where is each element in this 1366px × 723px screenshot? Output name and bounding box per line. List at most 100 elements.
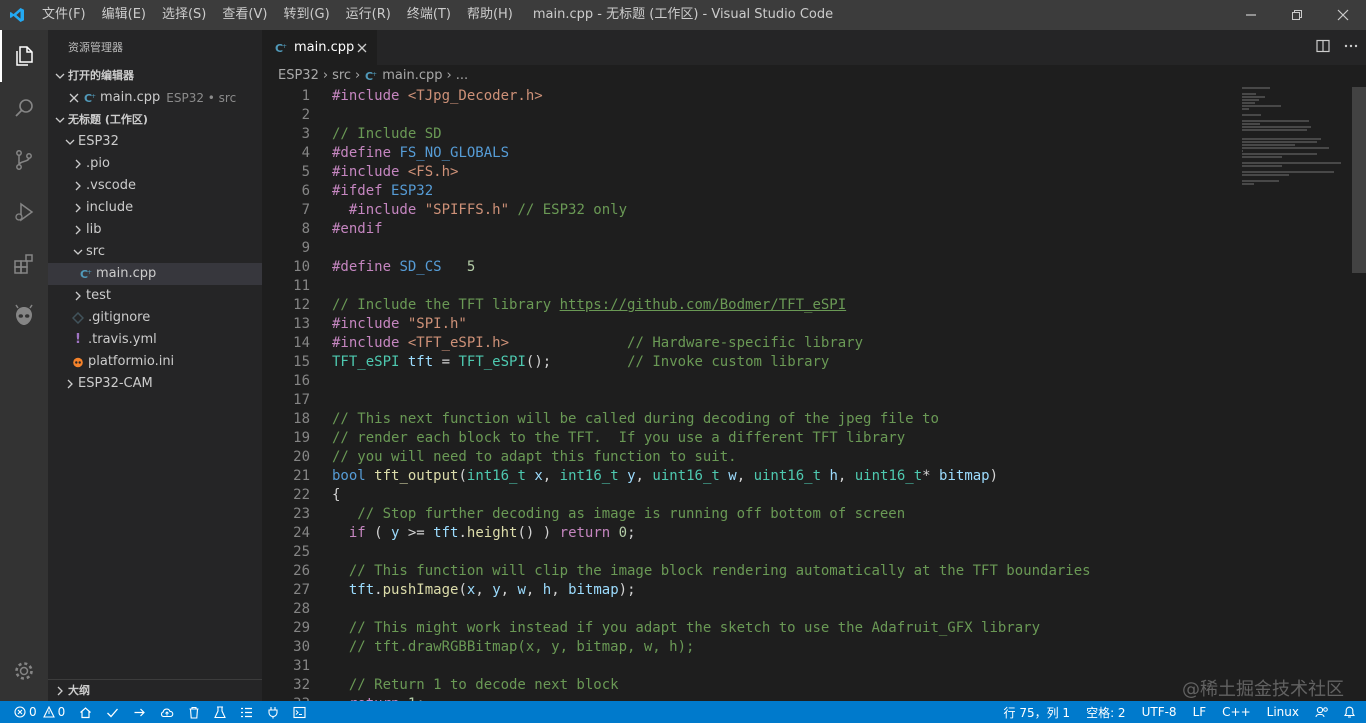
pio-build-button[interactable] [99,701,126,723]
end-of-line[interactable]: LF [1185,701,1215,723]
breadcrumb-item[interactable]: main.cpp [382,65,442,87]
pio-clean-button[interactable] [181,701,207,723]
activity-run-debug[interactable] [0,186,48,238]
tree-file-travis[interactable]: ! .travis.yml [48,329,262,351]
language-mode[interactable]: C++ [1214,701,1259,723]
menu-file[interactable]: 文件(F) [34,0,94,30]
outline-header[interactable]: 大纲 [48,679,262,701]
pio-remote-button[interactable] [153,701,181,723]
tree-folder-esp32-cam[interactable]: ESP32-CAM [48,373,262,395]
account-icon[interactable] [1307,701,1337,723]
tree-file-platformio[interactable]: platformio.ini [48,351,262,373]
code-line[interactable] [332,391,1091,410]
code-line[interactable] [332,600,1091,619]
menu-go[interactable]: 转到(G) [275,0,337,30]
minimap-line [1242,150,1244,152]
indentation[interactable]: 空格: 2 [1078,701,1134,723]
code-line[interactable]: // Include the TFT library https://githu… [332,296,1091,315]
code-line[interactable]: // render each block to the TFT. If you … [332,429,1091,448]
code-editor[interactable]: 1 2 3 4 5 6 7 8 9 10 11 12 13 14 15 16 17 18 19 20 21 22 23 24 2… [262,87,1366,701]
code-line[interactable]: tft.pushImage(x, y, w, h, bitmap); [332,581,1091,600]
menu-edit[interactable]: 编辑(E) [94,0,154,30]
open-editors-header[interactable]: 打开的编辑器 [48,65,262,87]
tree-folder-include[interactable]: include [48,197,262,219]
code-line[interactable]: // Stop further decoding as image is run… [332,505,1091,524]
activity-manage[interactable] [0,645,48,697]
code-line[interactable]: TFT_eSPI tft = TFT_eSPI(); // Invoke cus… [332,353,1091,372]
pio-tasks-button[interactable] [233,701,260,723]
activity-extensions[interactable] [0,238,48,290]
split-editor-icon[interactable] [1316,39,1330,57]
tab-close-icon[interactable] [357,43,367,53]
breadcrumb-item[interactable]: ESP32 [278,65,319,87]
code-line[interactable]: // This function will clip the image blo… [332,562,1091,581]
pio-terminal-button[interactable] [286,701,313,723]
close-editor-icon[interactable] [66,93,82,103]
line-number: 9 [301,240,310,256]
code-line[interactable] [332,657,1091,676]
tree-file-main-cpp[interactable]: C + main.cpp [48,263,262,285]
menu-view[interactable]: 查看(V) [214,0,275,30]
code-line[interactable]: #define FS_NO_GLOBALS [332,144,1091,163]
close-window-button[interactable] [1320,0,1366,30]
code-line[interactable] [332,239,1091,258]
code-line[interactable]: #ifdef ESP32 [332,182,1091,201]
encoding[interactable]: UTF-8 [1134,701,1185,723]
activity-source-control[interactable] [0,134,48,186]
tree-folder-esp32[interactable]: ESP32 [48,131,262,153]
code-line[interactable] [332,543,1091,562]
code-line[interactable]: #endif [332,220,1091,239]
code-line[interactable]: #include "SPI.h" [332,315,1091,334]
notifications-icon[interactable] [1337,701,1366,723]
code-line[interactable] [332,372,1091,391]
menu-terminal[interactable]: 终端(T) [399,0,459,30]
breadcrumb-item[interactable]: src [332,65,351,87]
code-line[interactable]: // you will need to adapt this function … [332,448,1091,467]
code-line[interactable]: #include <FS.h> [332,163,1091,182]
minimap[interactable] [1242,87,1352,267]
code-line[interactable]: // Include SD [332,125,1091,144]
workspace-header[interactable]: 无标题 (工作区) [48,109,262,131]
restore-button[interactable] [1274,0,1320,30]
menu-help[interactable]: 帮助(H) [459,0,521,30]
open-editor-item[interactable]: C + main.cpp ESP32 • src [48,87,262,109]
pio-upload-button[interactable] [126,701,153,723]
activity-explorer[interactable] [0,30,48,82]
code-line[interactable]: #include <TFT_eSPI.h> // Hardware-specif… [332,334,1091,353]
code-line[interactable]: #include "SPIFFS.h" // ESP32 only [332,201,1091,220]
breadcrumb-item[interactable]: ... [456,65,468,87]
tree-folder-lib[interactable]: lib [48,219,262,241]
pio-serial-monitor-button[interactable] [260,701,286,723]
menu-selection[interactable]: 选择(S) [154,0,214,30]
problems-indicator[interactable]: 0 0 [0,701,72,723]
tree-folder-test[interactable]: test [48,285,262,307]
more-actions-icon[interactable] [1344,39,1358,57]
tree-folder-vscode[interactable]: .vscode [48,175,262,197]
code-line[interactable]: #define SD_CS 5 [332,258,1091,277]
activity-platformio[interactable] [0,290,48,342]
tree-folder-pio[interactable]: .pio [48,153,262,175]
code-line[interactable]: // tft.drawRGBBitmap(x, y, bitmap, w, h)… [332,638,1091,657]
code-line[interactable]: // This next function will be called dur… [332,410,1091,429]
code-line[interactable]: { [332,486,1091,505]
tree-file-gitignore[interactable]: .gitignore [48,307,262,329]
activity-search[interactable] [0,82,48,134]
tree-folder-src[interactable]: src [48,241,262,263]
code-line[interactable]: if ( y >= tft.height() ) return 0; [332,524,1091,543]
code-line[interactable]: #include <TJpg_Decoder.h> [332,87,1091,106]
code-line[interactable]: // This might work instead if you adapt … [332,619,1091,638]
code-lines[interactable]: #include <TJpg_Decoder.h> // Include SD #d… [332,87,1091,701]
code-line[interactable] [332,106,1091,125]
tab-main-cpp[interactable]: C + main.cpp [262,30,377,65]
cursor-position[interactable]: 行 75，列 1 [996,701,1079,723]
menu-run[interactable]: 运行(R) [338,0,399,30]
pio-home-button[interactable] [72,701,99,723]
platform-os[interactable]: Linux [1259,701,1307,723]
code-line[interactable]: // Return 1 to decode next block [332,676,1091,695]
minimize-button[interactable] [1228,0,1274,30]
scrollbar-thumb[interactable] [1352,87,1366,273]
pio-test-button[interactable] [207,701,233,723]
code-line[interactable] [332,277,1091,296]
code-line[interactable]: bool tft_output(int16_t x, int16_t y, ui… [332,467,1091,486]
vertical-scrollbar[interactable] [1352,87,1366,701]
